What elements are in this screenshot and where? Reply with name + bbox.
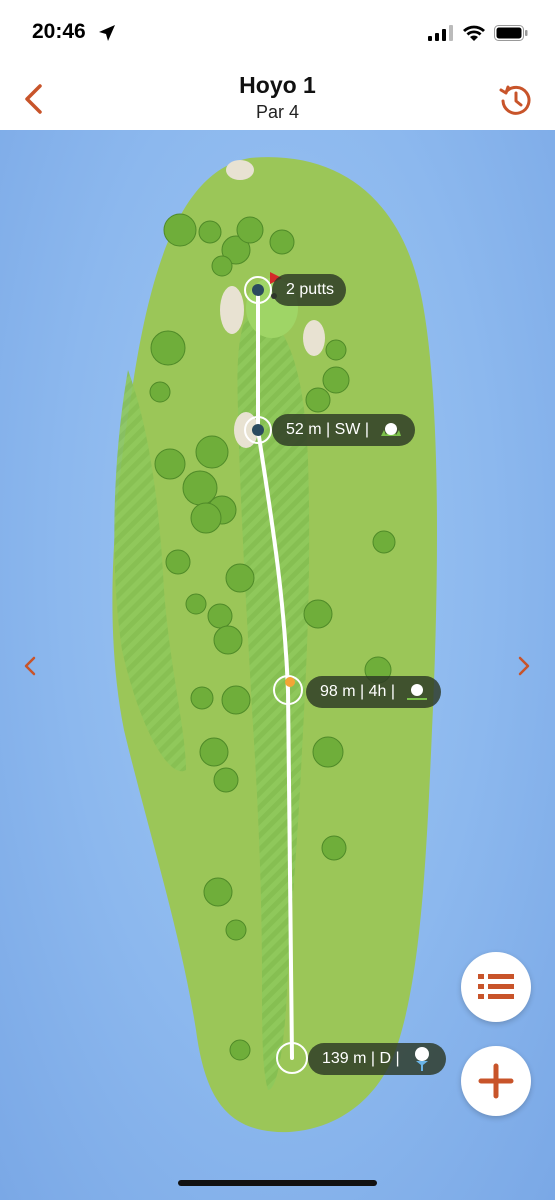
add-shot-button[interactable] bbox=[461, 1046, 531, 1116]
cellular-signal-icon bbox=[428, 25, 453, 41]
location-arrow-icon bbox=[99, 25, 115, 41]
shot-label-text: 98 m | 4h | bbox=[320, 683, 396, 700]
shot-label-4h[interactable]: 98 m | 4h | bbox=[306, 676, 442, 708]
bunker-shape bbox=[220, 286, 244, 334]
bunker-shape bbox=[226, 160, 254, 180]
battery-icon bbox=[494, 25, 528, 41]
plus-icon bbox=[478, 1063, 514, 1099]
next-hole-arrow-icon[interactable] bbox=[516, 656, 532, 676]
home-indicator[interactable] bbox=[178, 1180, 377, 1186]
hole-title: Hoyo 1 bbox=[239, 72, 316, 98]
shot-label-text: 52 m | SW | bbox=[286, 421, 369, 438]
shot-label-driver[interactable]: 139 m | D | bbox=[308, 1043, 447, 1075]
shot-list-button[interactable] bbox=[461, 952, 531, 1022]
shot-label-text: 2 putts bbox=[286, 281, 335, 298]
status-bar: 20:46 bbox=[0, 0, 555, 64]
bunker-shape bbox=[303, 320, 325, 356]
hole-map[interactable]: 2 putts 52 m | SW | 98 m | 4h | 139 m | … bbox=[0, 130, 555, 1200]
list-icon bbox=[478, 974, 514, 999]
navigation-bar: Hoyo 1 Par 4 bbox=[0, 64, 555, 130]
fairway-lie-ball-icon bbox=[407, 683, 428, 700]
shot-label-text: 139 m | D | bbox=[322, 1050, 400, 1067]
status-time: 20:46 bbox=[32, 20, 86, 43]
shot-label-sw[interactable]: 52 m | SW | bbox=[272, 414, 416, 446]
hole-par: Par 4 bbox=[255, 102, 300, 122]
history-icon[interactable] bbox=[498, 82, 534, 118]
shot-label-putts[interactable]: 2 putts bbox=[272, 274, 347, 306]
tee-ball-icon bbox=[415, 1046, 430, 1071]
wifi-icon bbox=[463, 25, 485, 41]
rough-lie-ball-icon bbox=[381, 422, 402, 436]
previous-hole-arrow-icon[interactable] bbox=[22, 656, 38, 676]
